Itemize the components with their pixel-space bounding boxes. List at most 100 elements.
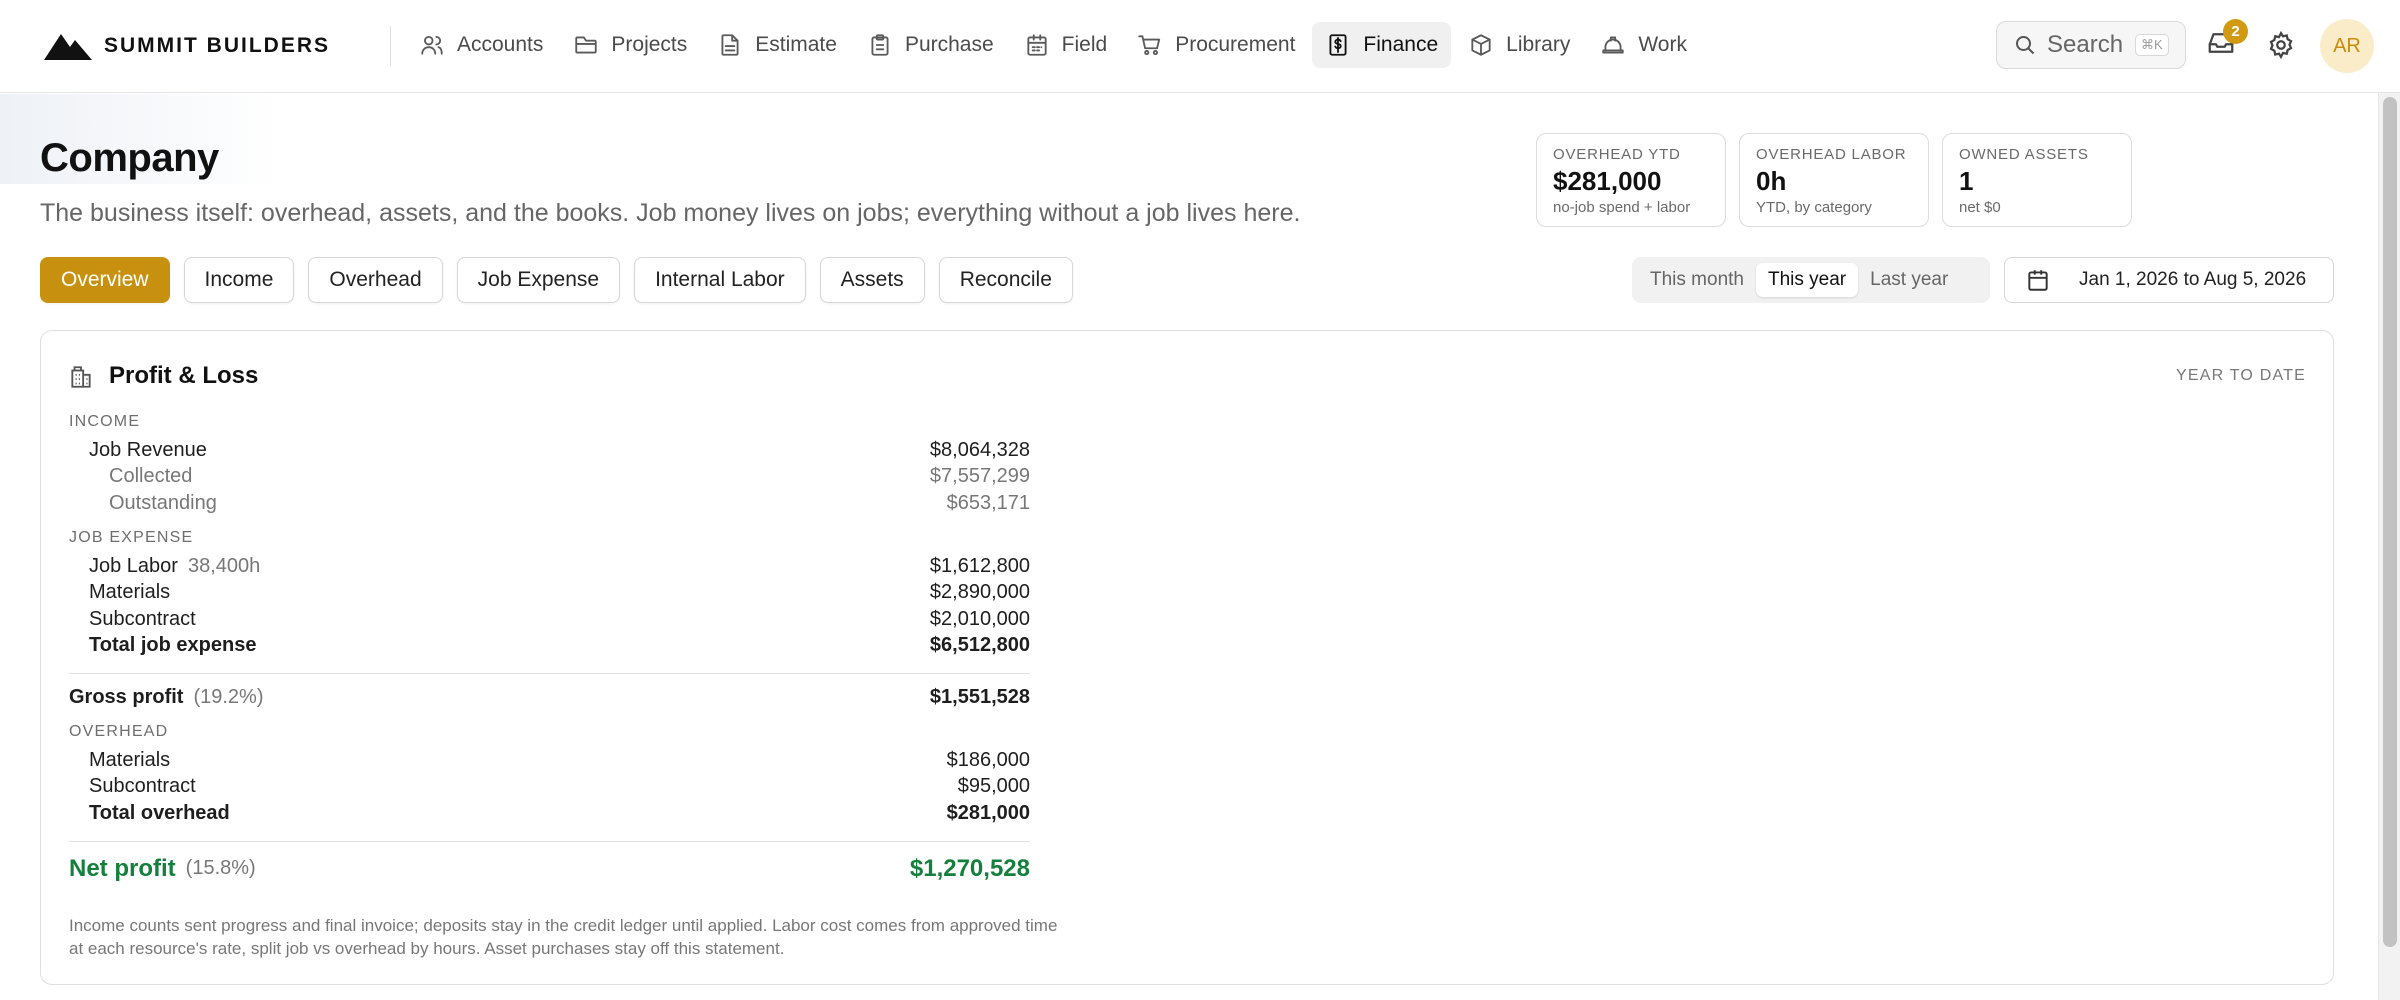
row-label: Total job expense: [89, 634, 257, 657]
row-label: Job Labor: [89, 554, 178, 577]
pl-row-collected: Collected $7,557,299: [69, 464, 1030, 491]
settings-button[interactable]: [2266, 30, 2296, 60]
date-range-picker[interactable]: Jan 1, 2026 to Aug 5, 2026: [2004, 257, 2334, 303]
inbox-button[interactable]: 2: [2206, 19, 2248, 64]
date-range-label: Jan 1, 2026 to Aug 5, 2026: [2079, 269, 2307, 290]
nav-item-finance[interactable]: Finance: [1312, 22, 1452, 68]
row-label: Materials: [89, 581, 171, 604]
tab-job-expense[interactable]: Job Expense: [456, 257, 621, 303]
gear-icon: [2269, 30, 2293, 60]
tab-overview[interactable]: Overview: [40, 257, 170, 303]
nav-label: Work: [1638, 33, 1687, 56]
period-last-year[interactable]: Last year: [1858, 263, 1960, 297]
search-input[interactable]: Search ⌘K: [1996, 21, 2186, 69]
hardhat-icon: [1602, 36, 1625, 54]
row-amount: $6,512,800: [929, 634, 1030, 657]
row-amount: $653,171: [946, 491, 1030, 514]
search-placeholder: Search: [2047, 31, 2124, 58]
row-amount: $186,000: [946, 748, 1030, 771]
page-title: Company: [40, 136, 219, 180]
row-label: Job Revenue: [89, 438, 207, 461]
clipboard-icon: [871, 34, 889, 56]
row-label: Subcontract: [89, 607, 196, 630]
row-amount: $1,551,528: [929, 685, 1030, 708]
row-amount: $1,270,528: [909, 854, 1030, 882]
tab-overhead[interactable]: Overhead: [308, 257, 443, 303]
row-amount: $95,000: [957, 775, 1030, 798]
row-amount: $7,557,299: [929, 465, 1030, 488]
stat-subtext: no-job spend + labor: [1553, 199, 1691, 216]
row-amount: $281,000: [946, 801, 1030, 824]
row-amount: $1,612,800: [929, 554, 1030, 577]
cart-icon: [1138, 35, 1161, 56]
nav-divider: [390, 26, 391, 66]
nav-label: Accounts: [457, 33, 544, 56]
notification-badge: 2: [2223, 19, 2248, 44]
calendar-icon: [2028, 270, 2048, 291]
stat-label: OVERHEAD YTD: [1553, 146, 1681, 163]
row-label: Collected: [109, 465, 193, 488]
row-percent: (19.2%): [193, 685, 264, 708]
stat-card-overhead-labor: OVERHEAD LABOR 0h YTD, by category: [1739, 133, 1929, 227]
top-navigation-bar: SUMMIT BUILDERS Accounts Projects Estima…: [0, 0, 2400, 93]
page-scrollbar[interactable]: [2378, 93, 2400, 1000]
calendar-icon: [1027, 34, 1047, 56]
main-nav: Accounts Projects Estimate Purchase Fiel…: [406, 22, 1704, 68]
row-percent: (15.8%): [185, 857, 256, 880]
box-icon: [1471, 34, 1491, 56]
pl-footnote: Income counts sent progress and final in…: [69, 916, 1058, 958]
nav-item-purchase[interactable]: Purchase: [854, 22, 1007, 68]
card-title: Profit & Loss: [109, 362, 259, 389]
nav-item-work[interactable]: Work: [1587, 22, 1700, 68]
nav-label: Library: [1506, 33, 1571, 56]
nav-item-library[interactable]: Library: [1455, 22, 1583, 68]
nav-label: Finance: [1363, 33, 1439, 56]
pl-row-job-labor: Job Labor 38,400h $1,612,800: [69, 553, 1030, 580]
pl-statement: INCOME Job Revenue $8,064,328 Collected …: [69, 411, 1030, 886]
stat-value: 1: [1959, 166, 1974, 196]
brand-name: SUMMIT BUILDERS: [104, 34, 330, 57]
pl-row-overhead-materials: Materials $186,000: [69, 747, 1030, 774]
row-amount: $8,064,328: [929, 438, 1030, 461]
pl-row-materials: Materials $2,890,000: [69, 579, 1030, 606]
brand-logo[interactable]: SUMMIT BUILDERS: [44, 28, 330, 64]
card-period: YEAR TO DATE: [2176, 367, 2306, 384]
dollar-icon: [1329, 34, 1347, 56]
stat-subtext: net $0: [1959, 199, 2001, 216]
stat-card-owned-assets: OWNED ASSETS 1 net $0: [1942, 133, 2132, 227]
user-avatar[interactable]: AR: [2320, 19, 2374, 73]
page-subtitle: The business itself: overhead, assets, a…: [40, 199, 1301, 227]
period-toggle: This month This year Last year: [1632, 257, 1990, 303]
pl-row-overhead-subcontract: Subcontract $95,000: [69, 773, 1030, 800]
row-label: Materials: [89, 748, 171, 771]
stat-label: OVERHEAD LABOR: [1756, 146, 1907, 163]
row-label: Outstanding: [109, 491, 217, 514]
nav-label: Purchase: [904, 33, 994, 56]
nav-label: Projects: [611, 33, 688, 56]
period-this-year[interactable]: This year: [1755, 263, 1859, 297]
nav-item-estimate[interactable]: Estimate: [704, 22, 850, 68]
nav-label: Procurement: [1175, 33, 1296, 56]
document-icon: [721, 34, 739, 56]
nav-item-accounts[interactable]: Accounts: [406, 22, 556, 68]
folder-icon: [575, 36, 598, 54]
tab-income[interactable]: Income: [183, 257, 295, 303]
profit-loss-card: Profit & Loss YEAR TO DATE INCOME Job Re…: [40, 330, 2334, 985]
nav-item-procurement[interactable]: Procurement: [1124, 22, 1308, 68]
row-label: Total overhead: [89, 801, 230, 824]
tab-reconcile[interactable]: Reconcile: [938, 257, 1073, 303]
section-tabs: Overview Income Overhead Job Expense Int…: [40, 257, 1087, 303]
period-this-month[interactable]: This month: [1638, 263, 1756, 297]
stat-value: 0h: [1756, 166, 1787, 196]
building-icon: [68, 364, 94, 390]
nav-item-projects[interactable]: Projects: [560, 22, 700, 68]
mountain-logo-icon: [44, 34, 92, 60]
nav-label: Field: [1061, 33, 1108, 56]
pl-row-job-revenue: Job Revenue $8,064,328: [69, 437, 1030, 464]
tab-internal-labor[interactable]: Internal Labor: [634, 257, 806, 303]
tab-assets[interactable]: Assets: [819, 257, 925, 303]
pl-row-gross-profit: Gross profit (19.2%) $1,551,528: [69, 684, 1030, 711]
nav-item-field[interactable]: Field: [1011, 22, 1121, 68]
scrollbar-thumb[interactable]: [2383, 97, 2397, 947]
pl-row-subcontract: Subcontract $2,010,000: [69, 606, 1030, 633]
